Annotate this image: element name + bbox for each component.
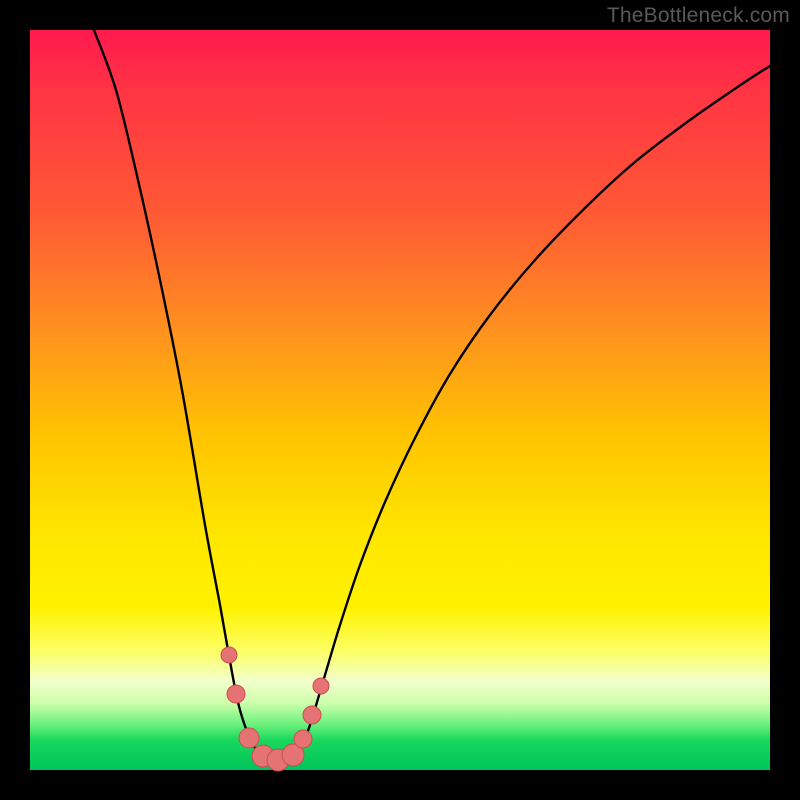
- markers-group: [221, 647, 329, 771]
- curve-layer: [30, 30, 770, 770]
- data-marker: [221, 647, 237, 663]
- data-marker: [303, 706, 321, 724]
- watermark-text: TheBottleneck.com: [607, 4, 790, 28]
- data-marker: [239, 728, 259, 748]
- bottleneck-curve: [94, 30, 770, 760]
- chart-frame: TheBottleneck.com: [0, 0, 800, 800]
- data-marker: [294, 730, 312, 748]
- data-marker: [313, 678, 329, 694]
- data-marker: [227, 685, 245, 703]
